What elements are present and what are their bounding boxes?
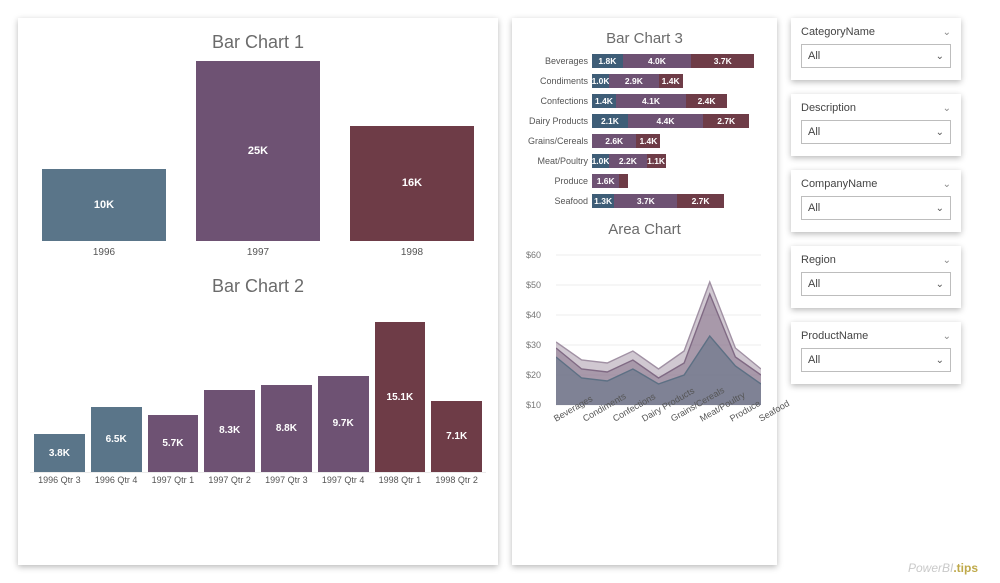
bar-segment: 1.3K — [592, 194, 614, 208]
axis-label: 1997 Qtr 3 — [261, 475, 312, 485]
axis-label: 1997 Qtr 2 — [204, 475, 255, 485]
bar-segment: 2.1K — [592, 114, 628, 128]
slicer-label: Description — [801, 102, 856, 114]
axis-label: 1997 Qtr 4 — [318, 475, 369, 485]
bar-segment: 1.6K — [592, 174, 619, 188]
axis-label: Produce — [526, 176, 588, 186]
slicer-value: All — [808, 202, 820, 214]
axis-label: 1998 Qtr 2 — [431, 475, 482, 485]
bar-segment: 2.4K — [686, 94, 727, 108]
slicer-dropdown[interactable]: All ⌄ — [801, 196, 951, 220]
axis-tick: $10 — [526, 400, 541, 410]
bar: 6.5K — [91, 407, 142, 472]
watermark: PowerBI.tips — [908, 561, 978, 575]
bar-segment: 2.9K — [609, 74, 659, 88]
axis-label: Dairy Products — [526, 116, 588, 126]
slicer: ProductName ⌄ All ⌄ — [791, 322, 961, 384]
chevron-down-icon: ⌄ — [936, 51, 944, 62]
bar: 8.3K — [204, 390, 255, 472]
axis-label: 1996 Qtr 3 — [34, 475, 85, 485]
chart1-title: Bar Chart 1 — [32, 32, 484, 53]
chevron-down-icon: ⌄ — [943, 103, 951, 114]
slicer-label: CompanyName — [801, 178, 877, 190]
bar-segment: 4.4K — [628, 114, 703, 128]
chart3-title: Bar Chart 3 — [526, 30, 763, 47]
axis-label: 1996 Qtr 4 — [91, 475, 142, 485]
axis-label: Beverages — [526, 56, 588, 66]
bar-segment: 1.8K — [592, 54, 623, 68]
slicer: Region ⌄ All ⌄ — [791, 246, 961, 308]
bar: 3.8K — [34, 434, 85, 472]
bar: 16K — [350, 126, 474, 241]
bar-segment: 3.7K — [614, 194, 677, 208]
chevron-down-icon: ⌄ — [936, 355, 944, 366]
bar-chart-2: 3.8K6.5K5.7K8.3K8.8K9.7K15.1K7.1K — [32, 307, 484, 472]
axis-label: 1996 — [93, 247, 115, 258]
slicer-value: All — [808, 278, 820, 290]
slicer-label: Region — [801, 254, 836, 266]
chevron-down-icon: ⌄ — [943, 331, 951, 342]
axis-tick: $20 — [526, 370, 541, 380]
bar-segment — [619, 174, 628, 188]
slicer: Description ⌄ All ⌄ — [791, 94, 961, 156]
axis-label: Grains/Cereals — [526, 136, 588, 146]
slicer-label: ProductName — [801, 330, 868, 342]
slicer-label: CategoryName — [801, 26, 875, 38]
bar: 10K — [42, 169, 166, 241]
bar-segment: 2.7K — [703, 114, 749, 128]
slicer-dropdown[interactable]: All ⌄ — [801, 272, 951, 296]
bar-segment: 3.7K — [691, 54, 754, 68]
bar-chart-1: 10K 1996 25K 1997 16K 1998 — [32, 63, 484, 258]
slicer-dropdown[interactable]: All ⌄ — [801, 120, 951, 144]
bar-segment: 1.4K — [592, 94, 616, 108]
slicer: CompanyName ⌄ All ⌄ — [791, 170, 961, 232]
slicer-dropdown[interactable]: All ⌄ — [801, 44, 951, 68]
bar-chart-3: Beverages1.8K4.0K3.7KCondiments1.0K2.9K1… — [526, 53, 763, 209]
axis-tick: $60 — [526, 250, 541, 260]
bar: 5.7K — [148, 415, 199, 472]
bar-segment: 4.1K — [616, 94, 686, 108]
bar-segment: 1.4K — [659, 74, 683, 88]
axis-label: 1997 — [247, 247, 269, 258]
bar: 8.8K — [261, 385, 312, 472]
bar-segment: 1.0K — [592, 74, 609, 88]
bar-segment: 2.7K — [677, 194, 723, 208]
bar-segment: 2.6K — [592, 134, 636, 148]
axis-tick: $40 — [526, 310, 541, 320]
bar-segment: 1.4K — [636, 134, 660, 148]
chevron-down-icon: ⌄ — [936, 203, 944, 214]
slicer: CategoryName ⌄ All ⌄ — [791, 18, 961, 80]
axis-label: Confections — [526, 96, 588, 106]
chart2-title: Bar Chart 2 — [32, 276, 484, 297]
bar: 7.1K — [431, 401, 482, 472]
axis-label: Meat/Poultry — [526, 156, 588, 166]
slicer-value: All — [808, 354, 820, 366]
bar-segment: 1.0K — [592, 154, 609, 168]
bar: 15.1K — [375, 322, 426, 472]
axis-tick: $30 — [526, 340, 541, 350]
chevron-down-icon: ⌄ — [943, 255, 951, 266]
chart4-title: Area Chart — [526, 221, 763, 238]
axis-label: 1998 — [401, 247, 423, 258]
slicer-value: All — [808, 50, 820, 62]
bar-segment: 1.1K — [647, 154, 666, 168]
bar-segment: 4.0K — [623, 54, 691, 68]
chevron-down-icon: ⌄ — [943, 27, 951, 38]
axis-label: Seafood — [526, 196, 588, 206]
chevron-down-icon: ⌄ — [936, 279, 944, 290]
bar: 9.7K — [318, 376, 369, 472]
axis-label: Condiments — [526, 76, 588, 86]
axis-tick: $50 — [526, 280, 541, 290]
area-chart: $10$20$30$40$50$60BeveragesCondimentsCon… — [526, 250, 763, 460]
axis-label: Seafood — [757, 398, 791, 423]
chevron-down-icon: ⌄ — [943, 179, 951, 190]
axis-label: 1998 Qtr 1 — [375, 475, 426, 485]
slicer-value: All — [808, 126, 820, 138]
bar-segment: 2.2K — [609, 154, 647, 168]
chevron-down-icon: ⌄ — [936, 127, 944, 138]
bar: 25K — [196, 61, 320, 241]
slicer-dropdown[interactable]: All ⌄ — [801, 348, 951, 372]
axis-label: 1997 Qtr 1 — [148, 475, 199, 485]
